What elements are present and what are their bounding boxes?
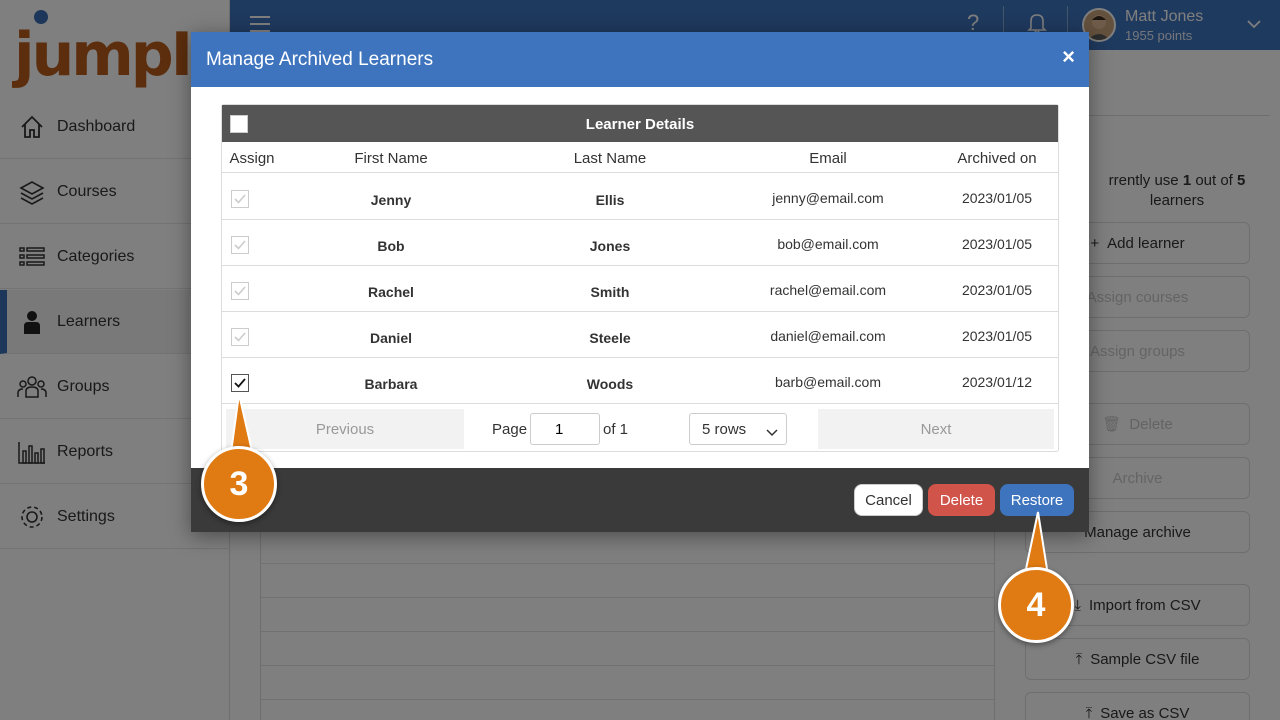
cancel-button[interactable]: Cancel <box>854 484 923 516</box>
column-header-first-name[interactable]: First Name <box>282 150 500 167</box>
column-header-last-name[interactable]: Last Name <box>500 150 720 167</box>
column-header-email[interactable]: Email <box>720 150 936 167</box>
table-header: Learner Details <box>222 105 1058 142</box>
step-4-callout: 4 <box>998 567 1074 643</box>
table-row[interactable]: Jenny Ellis jenny@email.com 2023/01/05 <box>222 174 1058 220</box>
assign-checkbox[interactable] <box>231 328 249 346</box>
email-cell: barb@email.com <box>774 374 882 390</box>
archived-learners-table: Learner Details Assign First Name Last N… <box>221 104 1059 452</box>
last-name-cell: Jones <box>589 238 631 254</box>
archived-date-cell: 2023/01/05 <box>961 190 1033 206</box>
dialog-title: Manage Archived Learners <box>206 49 434 70</box>
page-total-label: of 1 <box>603 421 629 438</box>
rows-per-page-value: 5 rows <box>702 420 747 438</box>
page-number-input[interactable] <box>530 413 600 445</box>
last-name-cell: Smith <box>590 284 630 300</box>
email-cell: jenny@email.com <box>772 190 884 206</box>
email-cell: rachel@email.com <box>769 282 887 298</box>
table-row[interactable]: Bob Jones bob@email.com 2023/01/05 <box>222 220 1058 266</box>
chevron-down-icon <box>766 424 778 441</box>
assign-checkbox-checked[interactable] <box>231 374 249 392</box>
archived-date-cell: 2023/01/05 <box>961 282 1033 298</box>
rows-per-page-select[interactable]: 5 rows <box>689 413 787 445</box>
last-name-cell: Steele <box>589 330 631 346</box>
last-name-cell: Woods <box>586 376 634 392</box>
email-cell: daniel@email.com <box>770 328 886 344</box>
manage-archived-learners-dialog: Manage Archived Learners × Learner Detai… <box>191 32 1089 532</box>
column-headers: Assign First Name Last Name Email Archiv… <box>222 142 1058 173</box>
archived-date-cell: 2023/01/12 <box>961 374 1033 390</box>
first-name-cell: Jenny <box>370 192 412 208</box>
table-row[interactable]: Daniel Steele daniel@email.com 2023/01/0… <box>222 312 1058 358</box>
email-cell: bob@email.com <box>777 236 879 252</box>
pagination: Previous Page of 1 5 rows Next <box>222 405 1058 451</box>
assign-checkbox[interactable] <box>231 282 249 300</box>
dialog-header: Manage Archived Learners × <box>191 32 1089 87</box>
column-header-archived-on[interactable]: Archived on <box>936 150 1058 167</box>
table-row[interactable]: Rachel Smith rachel@email.com 2023/01/05 <box>222 266 1058 312</box>
close-icon[interactable]: × <box>1062 44 1075 70</box>
delete-button[interactable]: Delete <box>928 484 995 516</box>
table-row[interactable]: Barbara Woods barb@email.com 2023/01/12 <box>222 358 1058 404</box>
table-title: Learner Details <box>585 116 695 133</box>
archived-date-cell: 2023/01/05 <box>961 236 1033 252</box>
assign-checkbox[interactable] <box>231 190 249 208</box>
step-3-callout: 3 <box>201 446 277 522</box>
archived-date-cell: 2023/01/05 <box>961 328 1033 344</box>
column-header-assign[interactable]: Assign <box>222 150 282 167</box>
page-label: Page <box>492 421 528 438</box>
next-page-button[interactable]: Next <box>818 409 1054 449</box>
assign-checkbox[interactable] <box>231 236 249 254</box>
first-name-cell: Rachel <box>368 284 414 300</box>
first-name-cell: Barbara <box>364 376 418 392</box>
dialog-footer: Cancel Delete Restore <box>191 468 1089 532</box>
last-name-cell: Ellis <box>595 192 625 208</box>
first-name-cell: Bob <box>377 238 405 254</box>
first-name-cell: Daniel <box>369 330 412 346</box>
